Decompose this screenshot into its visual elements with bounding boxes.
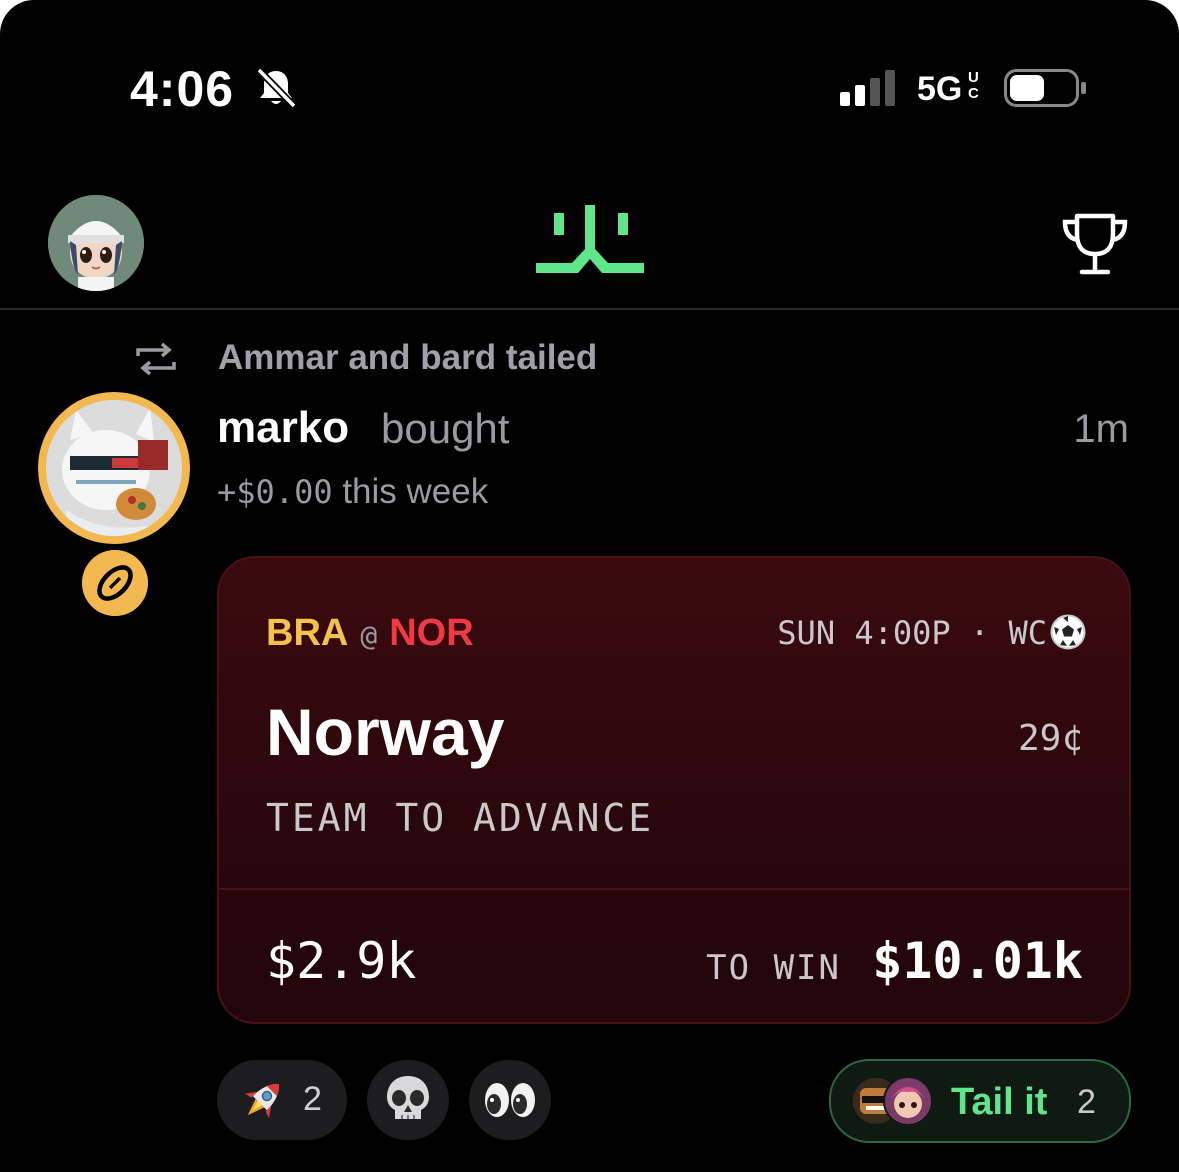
profile-avatar[interactable] xyxy=(48,195,144,291)
skull-icon xyxy=(387,1076,429,1119)
social-context[interactable]: Ammar and bard tailed xyxy=(218,338,597,378)
pick-name: Norway xyxy=(266,695,505,769)
weekly-suffix: this week xyxy=(342,472,489,511)
tailer-avatars xyxy=(851,1076,933,1126)
bell-muted-icon xyxy=(256,67,297,109)
username[interactable]: marko xyxy=(217,403,349,453)
header-divider xyxy=(0,308,1179,310)
rocket-icon xyxy=(245,1083,280,1118)
user-avatar-image xyxy=(46,400,182,536)
reaction-skull[interactable] xyxy=(367,1060,449,1140)
bet-card[interactable]: BRA @ NOR SUN 4:00P · WC Norway 29¢ TEAM T… xyxy=(217,556,1131,1024)
network-subtype: UC xyxy=(968,69,979,102)
matchup: BRA @ NOR xyxy=(266,612,474,655)
tail-count: 2 xyxy=(1077,1083,1096,1121)
status-time: 4:06 xyxy=(130,61,235,117)
weekly-amount: +$0.00 xyxy=(217,473,333,511)
reaction-eyes[interactable] xyxy=(469,1060,551,1140)
at-symbol: @ xyxy=(360,619,378,652)
post-action: bought xyxy=(381,405,510,452)
retail-icon xyxy=(136,342,176,376)
battery-icon xyxy=(1004,69,1086,107)
to-win-label: TO WIN xyxy=(706,948,841,988)
app-logo-icon[interactable] xyxy=(534,205,646,275)
trophy-icon[interactable] xyxy=(1060,210,1130,280)
user-avatar[interactable] xyxy=(38,392,190,544)
game-info: SUN 4:00P · WC xyxy=(777,614,1047,652)
tail-it-label: Tail it xyxy=(951,1081,1048,1123)
stake-amount: $2.9k xyxy=(266,932,417,990)
reaction-rocket[interactable]: 2 xyxy=(217,1060,347,1140)
soccer-ball-icon xyxy=(1050,614,1086,650)
football-icon xyxy=(82,550,148,616)
to-win-amount: $10.01k xyxy=(872,932,1083,990)
card-divider xyxy=(219,888,1129,890)
market-type: TEAM TO ADVANCE xyxy=(266,796,655,840)
weekly-pnl: +$0.00 this week xyxy=(217,472,488,512)
tail-it-button[interactable]: Tail it 2 xyxy=(829,1059,1131,1143)
home-team: NOR xyxy=(389,612,474,654)
timestamp: 1m xyxy=(1073,407,1129,451)
network-type: 5G xyxy=(917,70,963,108)
pick-price: 29¢ xyxy=(1017,718,1083,759)
app-screen: 4:06 5G UC Ammar and bard tailed marko b… xyxy=(0,0,1179,1172)
away-team: BRA xyxy=(266,612,349,654)
signal-icon xyxy=(840,70,895,106)
profile-avatar-image xyxy=(48,195,144,291)
reaction-count: 2 xyxy=(303,1080,322,1118)
eyes-icon xyxy=(485,1083,535,1117)
